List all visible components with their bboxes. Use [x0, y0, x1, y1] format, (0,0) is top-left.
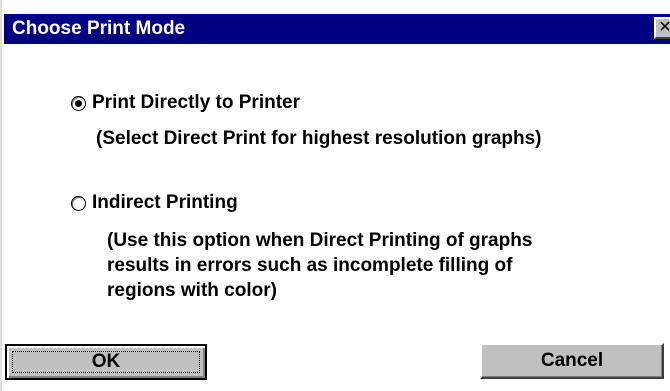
- indirect-description-line-2: results in errors such as incomplete fil…: [107, 255, 513, 276]
- ok-button-label: OK: [91, 351, 121, 372]
- radio-selected-icon[interactable]: [71, 95, 86, 111]
- close-icon: ✕: [658, 19, 670, 36]
- indirect-description-line-3: regions with color): [107, 280, 277, 301]
- direct-print-label[interactable]: Print Directly to Printer: [92, 92, 300, 114]
- indirect-description-line-1: (Use this option when Direct Printing of…: [107, 230, 533, 251]
- cancel-button-label: Cancel: [540, 350, 604, 371]
- print-mode-dialog: Choose Print Mode ✕ Print Directly to Pr…: [0, 0, 670, 391]
- window-title: Choose Print Mode: [12, 18, 186, 39]
- close-button[interactable]: ✕: [654, 17, 670, 39]
- radio-unselected-icon[interactable]: [71, 195, 86, 211]
- title-bar: Choose Print Mode ✕: [4, 14, 670, 44]
- radio-option-direct-print[interactable]: Print Directly to Printer: [71, 92, 300, 114]
- indirect-print-description: (Use this option when Direct Printing of…: [107, 228, 532, 303]
- cancel-button[interactable]: Cancel: [480, 343, 664, 379]
- radio-option-indirect-print[interactable]: Indirect Printing: [71, 192, 238, 214]
- ok-button[interactable]: OK: [5, 344, 207, 380]
- indirect-print-label[interactable]: Indirect Printing: [92, 192, 238, 214]
- direct-print-description: (Select Direct Print for highest resolut…: [96, 128, 542, 149]
